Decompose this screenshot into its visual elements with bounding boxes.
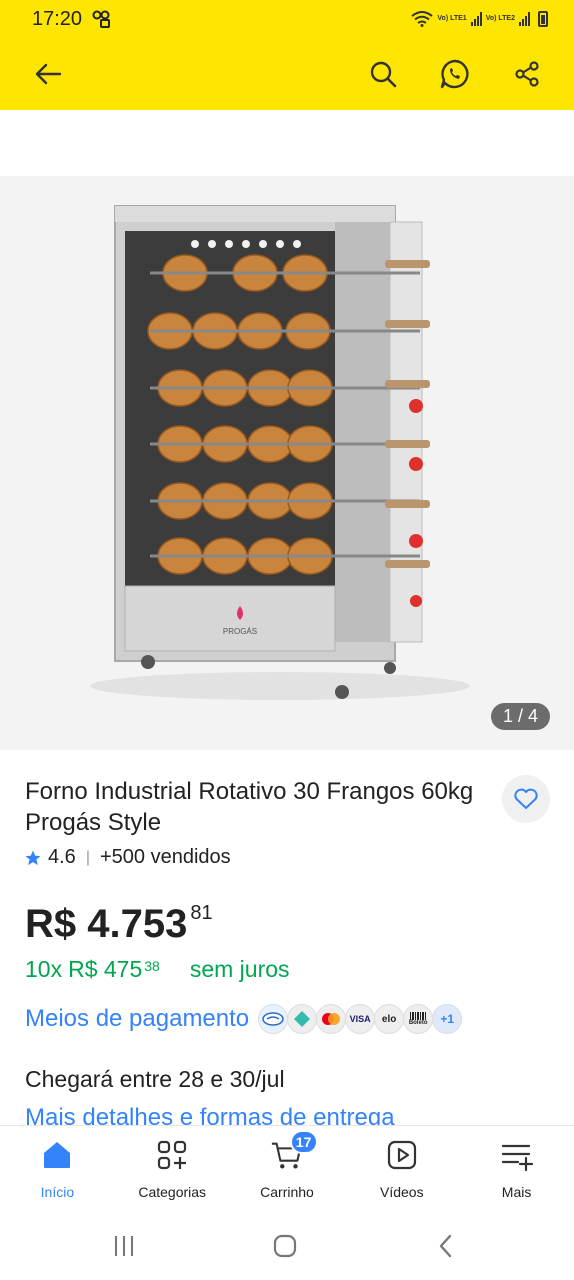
share-icon <box>515 61 539 87</box>
visa-icon: VISA <box>345 1004 376 1034</box>
nav-item-categories[interactable]: Categorias <box>115 1126 230 1211</box>
bottom-navigation: Início Categorias 17 Carrinho Vídeos Mai… <box>0 1125 574 1211</box>
nav-label-cart: Carrinho <box>260 1184 314 1200</box>
nav-item-home[interactable]: Início <box>0 1126 115 1211</box>
rating-row[interactable]: 4.6 | +500 vendidos <box>24 846 231 869</box>
product-title: Forno Industrial Rotativo 30 Frangos 60k… <box>25 778 474 836</box>
search-icon <box>370 61 397 88</box>
price-main: R$ 4.753 <box>25 902 188 946</box>
favorite-button[interactable] <box>502 775 550 823</box>
nav-label-home: Início <box>40 1184 75 1200</box>
price-cents: 81 <box>190 902 213 924</box>
recent-apps-icon <box>115 1236 133 1256</box>
nav-item-videos[interactable]: Vídeos <box>344 1126 459 1211</box>
image-counter: 1 / 4 <box>490 703 550 730</box>
status-bar: 17:20 Vo) LTE1 Vo) LTE2 <box>0 0 574 40</box>
whatsapp-icon <box>440 59 469 89</box>
cart-badge: 17 <box>289 1130 318 1154</box>
share-button[interactable] <box>509 56 545 92</box>
status-time: 17:20 <box>32 8 83 30</box>
sim1-label: Vo) LTE1 <box>437 15 467 22</box>
heart-icon <box>514 788 538 809</box>
wifi-icon <box>411 11 434 27</box>
elo-icon: elo <box>374 1004 405 1034</box>
installment-cents: 38 <box>144 958 160 974</box>
whatsapp-share-button[interactable] <box>437 56 473 92</box>
more-payment-methods[interactable]: +1 <box>432 1004 463 1034</box>
price: R$ 4.753 81 <box>25 900 213 948</box>
product-image: PROGÁS <box>90 205 470 700</box>
installment-value: R$ 475 <box>68 956 143 982</box>
status-indicators: Vo) LTE1 Vo) LTE2 <box>411 8 548 30</box>
star-icon <box>25 850 41 865</box>
more-menu-icon <box>501 1144 533 1171</box>
payment-methods-row[interactable]: Meios de pagamento VISA elo Boleto +1 <box>25 1004 463 1034</box>
product-image-gallery[interactable]: PROGÁS 1 / 4 <box>0 176 574 750</box>
arrow-left-icon <box>35 63 62 85</box>
boleto-label: Boleto <box>408 1020 428 1026</box>
system-navigation-bar <box>0 1211 574 1280</box>
sold-count: +500 vendidos <box>99 846 231 868</box>
nav-label-videos: Vídeos <box>379 1184 424 1200</box>
brand-label: PROGÁS <box>223 627 257 636</box>
pix-icon <box>287 1004 318 1034</box>
chevron-left-icon <box>439 1234 452 1258</box>
search-button[interactable] <box>365 56 401 92</box>
nav-item-more[interactable]: Mais <box>459 1126 574 1211</box>
nav-item-cart[interactable]: 17 Carrinho <box>230 1126 345 1211</box>
mercado-pago-icon <box>258 1004 289 1034</box>
mastercard-icon <box>316 1004 347 1034</box>
installments: 10x R$ 475 38 sem juros <box>25 956 290 983</box>
sim2-label: Vo) LTE2 <box>485 15 515 22</box>
no-interest-label: sem juros <box>189 956 290 982</box>
battery-icon <box>538 11 548 27</box>
home-system-button[interactable] <box>265 1229 305 1263</box>
video-icon <box>387 1140 416 1170</box>
rating-separator: | <box>85 848 90 866</box>
nav-label-more: Mais <box>501 1184 532 1200</box>
signal-1-icon <box>470 12 482 26</box>
nav-label-categories: Categorias <box>138 1184 207 1200</box>
rating-value: 4.6 <box>48 846 76 868</box>
home-circle-icon <box>273 1234 297 1258</box>
home-icon <box>44 1142 71 1168</box>
signal-2-icon <box>519 12 530 26</box>
installments-count: 10x <box>25 956 63 982</box>
categories-icon <box>158 1140 187 1170</box>
back-button[interactable] <box>30 56 66 92</box>
payment-methods-link[interactable]: Meios de pagamento <box>25 1005 249 1033</box>
top-app-bar <box>0 40 574 110</box>
recent-apps-button[interactable] <box>104 1229 144 1263</box>
delivery-estimate: Chegará entre 28 e 30/jul <box>25 1066 285 1092</box>
boleto-icon: Boleto <box>403 1004 434 1034</box>
delivery-details-link[interactable]: Mais detalhes e formas de entrega <box>25 1104 395 1126</box>
back-system-button[interactable] <box>426 1229 466 1263</box>
voicemail-icon <box>92 10 110 28</box>
